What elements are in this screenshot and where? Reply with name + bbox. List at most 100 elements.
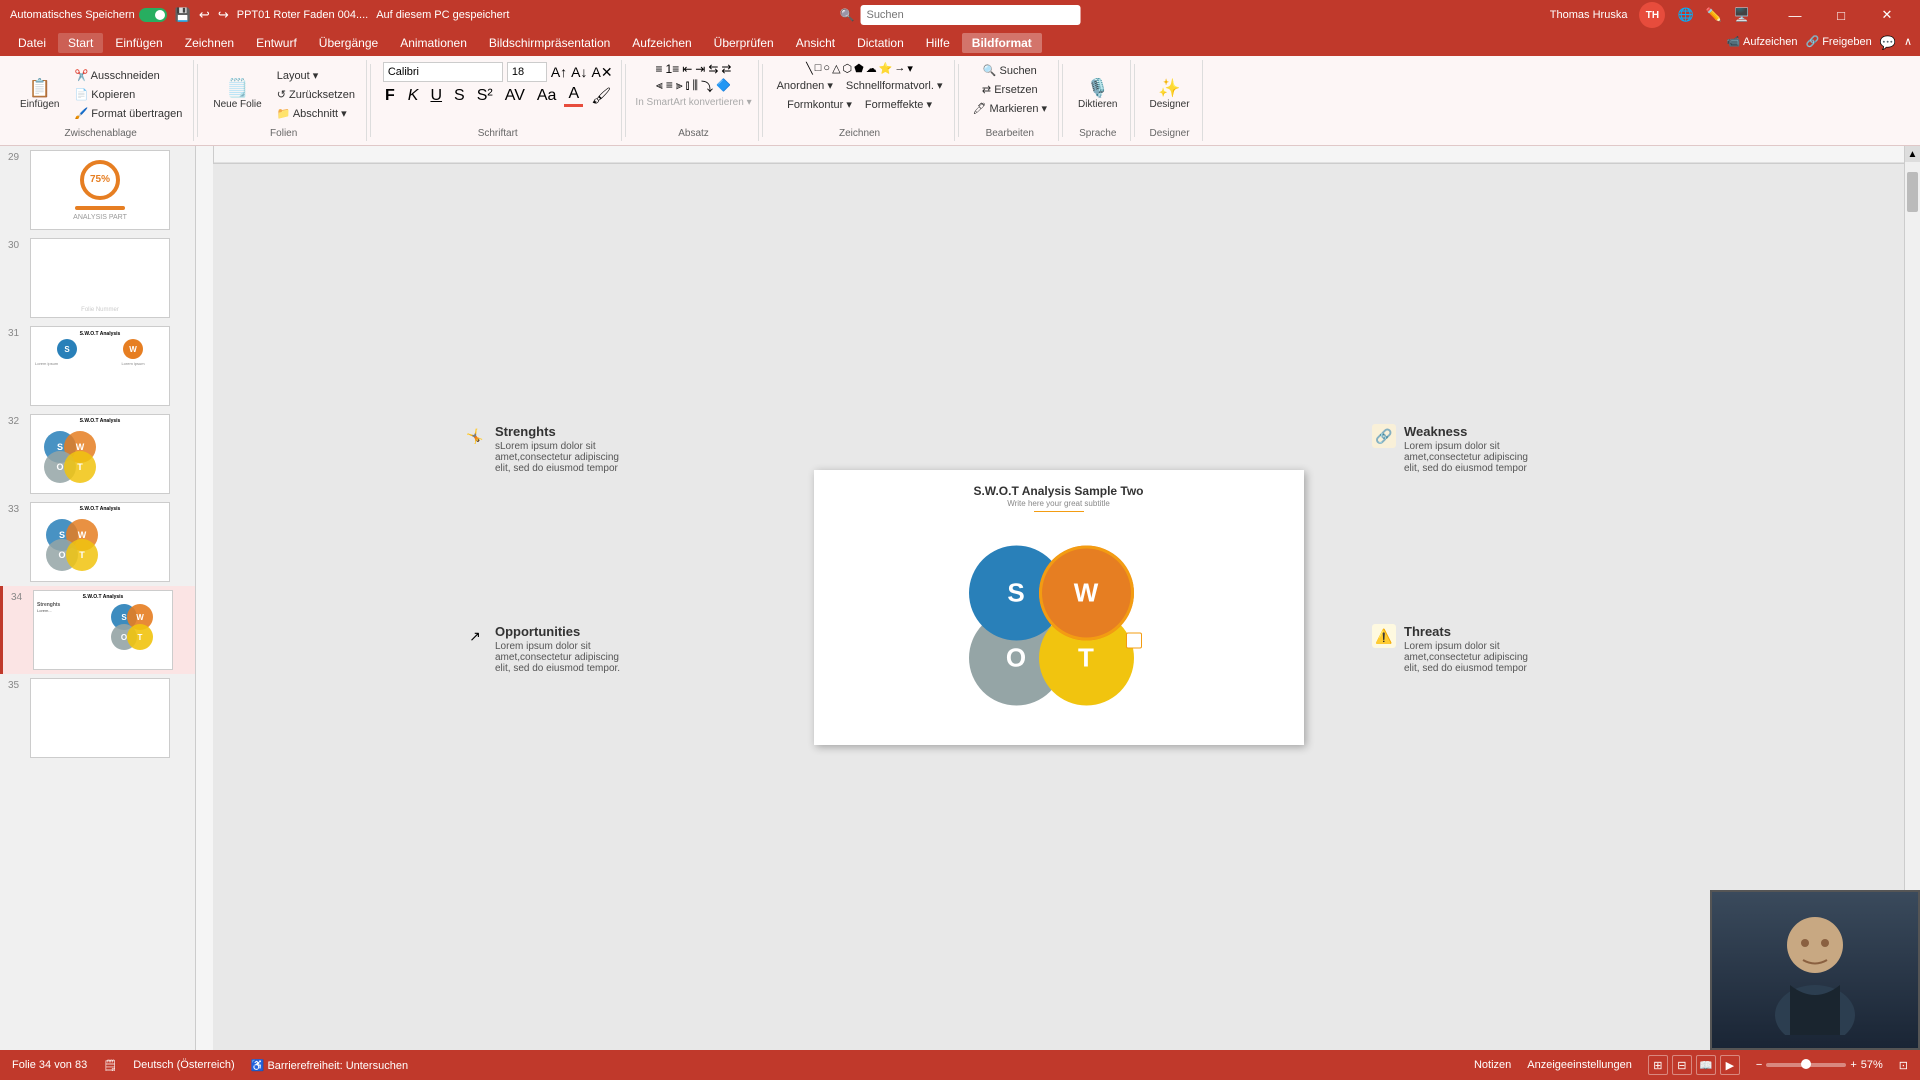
smartart-convert-button[interactable]: In SmartArt konvertieren ▾ <box>635 97 751 108</box>
smartart-button[interactable]: 🔷 <box>716 78 731 95</box>
menu-dictation[interactable]: Dictation <box>847 33 914 53</box>
scroll-up-button[interactable]: ▲ <box>1905 146 1920 162</box>
underline-button[interactable]: U <box>426 86 446 106</box>
menu-einfuegen[interactable]: Einfügen <box>105 33 172 53</box>
slide-thumb-29[interactable]: 29 75% ANALYSIS PART <box>0 146 195 234</box>
shape7[interactable]: ☁ <box>866 62 877 75</box>
zoom-slider[interactable] <box>1766 1063 1846 1067</box>
zoom-in-button[interactable]: + <box>1850 1059 1856 1071</box>
menu-hilfe[interactable]: Hilfe <box>916 33 960 53</box>
shadow-button[interactable]: S² <box>473 86 497 106</box>
fit-slide-button[interactable]: ⊡ <box>1899 1059 1908 1072</box>
align-center-button[interactable]: ≡ <box>666 78 673 95</box>
text-direction-button[interactable]: ⤵ <box>701 78 713 95</box>
suchen-button[interactable]: 🔍 Suchen <box>978 62 1042 79</box>
ersetzen-button[interactable]: ⇄ Ersetzen <box>977 81 1043 98</box>
autosave-toggle[interactable]: Automatisches Speichern <box>10 8 167 22</box>
zoom-out-button[interactable]: − <box>1756 1059 1762 1071</box>
slide-sorter-button[interactable]: ⊟ <box>1672 1055 1692 1075</box>
font-family-select[interactable]: Calibri <box>383 62 503 82</box>
list-ordered-button[interactable]: 1≡ <box>666 62 680 76</box>
minimize-button[interactable]: — <box>1772 0 1818 30</box>
formeffekte-button[interactable]: Formeffekte ▾ <box>860 96 937 113</box>
menu-start[interactable]: Start <box>58 33 103 53</box>
swot-diagram[interactable]: S W ✛ O T <box>949 535 1169 725</box>
font-size-select[interactable]: 18 <box>507 62 547 82</box>
markieren-button[interactable]: 🖊 Markieren ▾ <box>968 100 1053 117</box>
autosave-switch[interactable] <box>139 8 167 22</box>
ausschneiden-button[interactable]: ✂️ Ausschneiden <box>69 67 187 84</box>
shape1[interactable]: ╲ <box>806 62 813 75</box>
avatar[interactable]: TH <box>1639 2 1665 28</box>
undo-icon[interactable]: ↩ <box>199 7 210 23</box>
presentation-slide[interactable]: S.W.O.T Analysis Sample Two Write here y… <box>814 470 1304 745</box>
aufzeichen-button[interactable]: 📹 Aufzeichen <box>1727 35 1798 51</box>
close-button[interactable]: ✕ <box>1864 0 1910 30</box>
search-bar[interactable]: 🔍 <box>840 5 1081 25</box>
reading-view-button[interactable]: 📖 <box>1696 1055 1716 1075</box>
notes-button[interactable]: Notizen <box>1474 1059 1511 1071</box>
more-shapes[interactable]: ▾ <box>907 62 913 75</box>
menu-bildformat[interactable]: Bildformat <box>962 33 1042 53</box>
menu-uebergaenge[interactable]: Übergänge <box>309 33 388 53</box>
save-icon[interactable]: 💾 <box>175 7 191 23</box>
highlight-button[interactable]: 🖌 <box>587 85 615 107</box>
formkontur-button[interactable]: Formkontur ▾ <box>782 96 857 113</box>
display-settings-button[interactable]: Anzeigeeinstellungen <box>1527 1059 1632 1071</box>
menu-zeichnen[interactable]: Zeichnen <box>175 33 244 53</box>
slideshow-button[interactable]: ▶ <box>1720 1055 1740 1075</box>
maximize-button[interactable]: □ <box>1818 0 1864 30</box>
menu-entwurf[interactable]: Entwurf <box>246 33 307 53</box>
menu-datei[interactable]: Datei <box>8 33 56 53</box>
redo-icon[interactable]: ↪ <box>218 7 229 23</box>
collapse-ribbon-icon[interactable]: ∧ <box>1904 35 1912 51</box>
align-left-button[interactable]: ⫷ <box>656 78 663 95</box>
format-uebertragen-button[interactable]: 🖌️ Format übertragen <box>69 105 187 122</box>
italic-button[interactable]: K <box>404 86 423 106</box>
einfuegen-button[interactable]: 📋 Einfügen <box>14 76 65 113</box>
schnellformat-button[interactable]: Schnellformatvorl. ▾ <box>841 77 948 94</box>
clear-format-button[interactable]: A✕ <box>592 64 613 81</box>
layout-button[interactable]: Layout ▾ <box>272 67 360 84</box>
menu-praesentation[interactable]: Bildschirmpräsentation <box>479 33 620 53</box>
ltr-button[interactable]: ⇄ <box>721 62 731 76</box>
slide-thumb-34[interactable]: 34 S.W.O.T Analysis Strenghts Lorem... S… <box>0 586 195 674</box>
scroll-thumb[interactable] <box>1907 172 1918 212</box>
diktieren-button[interactable]: 🎙️ Diktieren <box>1072 76 1123 113</box>
indent-increase-button[interactable]: ⇥ <box>695 62 705 76</box>
normal-view-button[interactable]: ⊞ <box>1648 1055 1668 1075</box>
case-button[interactable]: Aa <box>533 86 561 106</box>
shape8[interactable]: ⭐ <box>879 62 893 75</box>
list-unordered-button[interactable]: ≡ <box>656 62 663 76</box>
zuruecksetzen-button[interactable]: ↺ Zurücksetzen <box>272 86 360 103</box>
font-grow-button[interactable]: A↑ <box>551 64 567 80</box>
pen-icon[interactable]: ✏️ <box>1706 7 1722 23</box>
char-spacing-button[interactable]: AV <box>501 86 529 106</box>
menu-ueberpruefen[interactable]: Überprüfen <box>704 33 784 53</box>
shape4[interactable]: △ <box>832 62 840 75</box>
menu-ansicht[interactable]: Ansicht <box>786 33 845 53</box>
screen-icon[interactable]: 🖥️ <box>1734 7 1750 23</box>
align-justify-button[interactable]: ⫾ <box>686 78 690 95</box>
bold-button[interactable]: F <box>380 85 400 107</box>
slide-notes-toggle[interactable]: 🗒 <box>103 1059 117 1072</box>
align-right-button[interactable]: ⫸ <box>676 78 683 95</box>
shape3[interactable]: ○ <box>823 62 830 75</box>
strikethrough-button[interactable]: S <box>450 86 469 106</box>
neue-folie-button[interactable]: 🗒️ Neue Folie <box>207 76 267 113</box>
w-handle[interactable]: ✛ <box>1126 632 1142 648</box>
rtl-button[interactable]: ⇆ <box>708 62 718 76</box>
shape2[interactable]: □ <box>815 62 822 75</box>
font-color-button[interactable]: A <box>564 84 583 107</box>
slide-thumb-32[interactable]: 32 S.W.O.T Analysis S W O T <box>0 410 195 498</box>
slide-thumb-33[interactable]: 33 S.W.O.T Analysis S W O T <box>0 498 195 586</box>
shape9[interactable]: → <box>894 62 905 75</box>
comments-icon[interactable]: 💬 <box>1880 35 1896 51</box>
designer-button[interactable]: ✨ Designer <box>1144 76 1196 113</box>
shape6[interactable]: ⬟ <box>854 62 864 75</box>
font-shrink-button[interactable]: A↓ <box>571 64 587 80</box>
share-icon[interactable]: 🌐 <box>1677 7 1693 23</box>
menu-animationen[interactable]: Animationen <box>390 33 477 53</box>
indent-decrease-button[interactable]: ⇤ <box>682 62 692 76</box>
menu-aufzeichen[interactable]: Aufzeichen <box>622 33 701 53</box>
